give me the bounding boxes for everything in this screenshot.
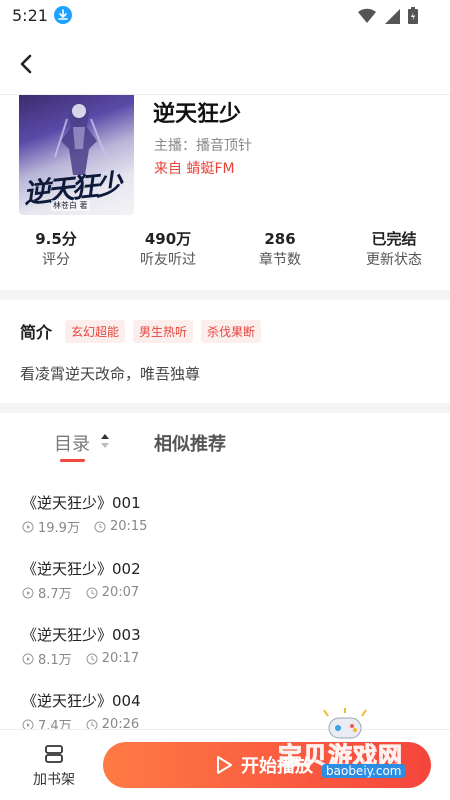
chevron-left-icon [20,54,32,74]
episode-plays: 19.9万 [38,521,80,536]
start-play-label: 开始播放 [241,756,313,777]
stat-label: 章节数 [259,252,301,268]
download-icon [54,6,72,24]
episode-duration: 20:17 [101,651,140,666]
stat-chapters: 286 章节数 [224,228,336,270]
intro-header: 简介 玄幻超能 男生热听 杀伐果断 [20,319,269,343]
screen: 5:21 逆天狂少 林苍白 著 逆天狂少 主播：播音顶针 来自 蜻蜓FM 9.5… [0,0,450,800]
book-title: 逆天狂少 [153,102,242,127]
header [0,32,450,94]
intro-label: 简介 [20,323,53,342]
sort-icon[interactable] [100,433,110,449]
status-bar: 5:21 [0,0,450,32]
play-icon [217,756,232,774]
episode-title: 《逆天狂少》003 [22,626,141,644]
intro-text: 看凌霄逆天改命，唯吾独尊 [20,365,201,383]
episode-meta: 19.9万 20:15 [22,517,147,536]
active-tab-indicator [60,459,85,462]
book-source-link[interactable]: 来自 蜻蜓FM [154,158,235,178]
stat-label: 听友听过 [140,252,196,268]
clock-icon [86,653,98,664]
tag-chip[interactable]: 玄幻超能 [65,319,126,343]
episode-title: 《逆天狂少》001 [22,494,141,512]
episode-item[interactable]: 《逆天狂少》002 8.7万 20:07 [22,558,422,608]
episode-duration: 20:07 [101,585,140,600]
status-time: 5:21 [12,6,48,25]
status-icons [358,7,418,24]
start-play-button[interactable]: 开始播放 [103,742,431,788]
tab-similar[interactable]: 相似推荐 [154,430,226,456]
clock-icon [94,521,106,532]
stat-value: 已完结 [371,230,417,248]
section-divider [0,290,450,300]
play-count-icon [22,521,34,532]
episode-plays: 8.1万 [38,653,72,668]
stat-value: 286 [264,230,296,248]
episode-title: 《逆天狂少》002 [22,560,141,578]
stats-row: 9.5分 评分 490万 听友听过 286 章节数 已完结 更新状态 [0,228,450,272]
episode-plays: 8.7万 [38,587,72,602]
tag-chip[interactable]: 男生热听 [133,319,194,343]
play-count-icon [22,653,34,664]
stat-listeners: 490万 听友听过 [112,228,224,270]
episode-item[interactable]: 《逆天狂少》001 19.9万 20:15 [22,492,422,542]
section-divider [0,403,450,413]
battery-icon [408,7,418,24]
stat-rating: 9.5分 评分 [0,228,112,270]
wifi-icon [358,8,376,23]
episode-item[interactable]: 《逆天狂少》003 8.1万 20:17 [22,624,422,674]
episode-meta: 8.7万 20:07 [22,583,139,602]
stat-value: 9.5分 [35,230,77,248]
episode-duration: 20:15 [109,519,148,534]
book-cover: 逆天狂少 林苍白 著 [19,95,134,215]
bookshelf-icon [45,745,63,763]
cover-author: 林苍白 著 [51,200,90,211]
play-button-content: 开始播放 [215,752,313,778]
episode-title: 《逆天狂少》004 [22,692,141,710]
add-to-shelf-label: 加书架 [33,772,75,788]
stat-label: 更新状态 [366,252,422,268]
tab-catalog[interactable]: 目录 [54,430,90,456]
back-button[interactable] [10,46,44,80]
signal-icon [385,8,400,24]
episode-meta: 8.1万 20:17 [22,649,139,668]
clock-icon [86,587,98,598]
bottom-bar: 加书架 开始播放 [0,729,450,800]
add-to-shelf-button[interactable]: 加书架 [26,744,82,789]
stat-label: 评分 [42,252,70,268]
play-count-icon [22,587,34,598]
stat-status: 已完结 更新状态 [338,228,450,270]
stat-value: 490万 [144,230,192,248]
tag-chip[interactable]: 杀伐果断 [201,319,262,343]
book-host: 主播：播音顶针 [154,138,252,154]
